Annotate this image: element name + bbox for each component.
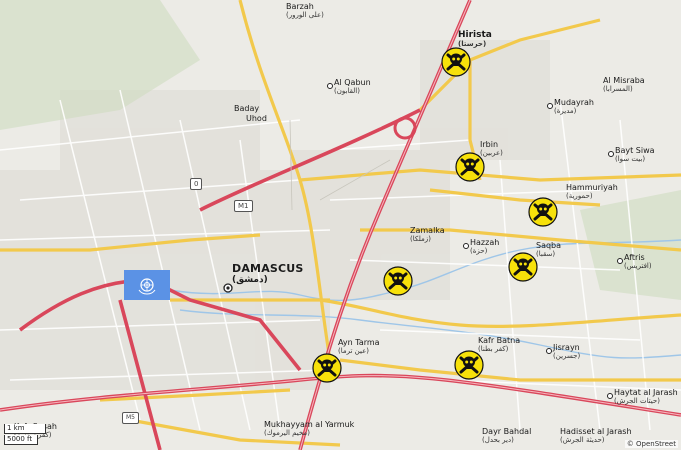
place-kafr-batna: Kafr Batna (كفر بطنا) <box>478 336 521 354</box>
map-attribution[interactable]: © OpenStreet <box>624 440 678 448</box>
place-damascus: DAMASCUS (دمشق) <box>232 262 304 285</box>
place-saqba: Saqba (سقبا) <box>536 241 562 259</box>
place-al-misraba: Al Misraba (المسرابا) <box>603 76 645 94</box>
place-hazzah: Hazzah (حزة) <box>463 238 499 255</box>
place-al-qabun: Al Qabun (القابون) <box>327 78 371 95</box>
scale-bar: 1 km 5000 ft <box>4 424 46 446</box>
place-jisrayn: Jisrayn (جسرين) <box>546 343 580 360</box>
place-uhod: Uhod <box>246 114 267 123</box>
scale-km: 1 km <box>4 424 46 434</box>
skull-crossbones-icon[interactable] <box>383 266 413 296</box>
skull-crossbones-icon[interactable] <box>508 252 538 282</box>
skull-crossbones-icon[interactable] <box>454 350 484 380</box>
skull-crossbones-icon[interactable] <box>441 47 471 77</box>
place-ayn-tarma: Ayn Tarma (عين ترما) <box>338 338 380 356</box>
place-baday: Baday <box>234 104 260 113</box>
place-mukhayyam-al-yarmuk: Mukhayyam al Yarmuk (مخيم اليرموك) <box>264 420 355 438</box>
skull-crossbones-icon[interactable] <box>528 197 558 227</box>
un-flag-icon <box>124 270 170 300</box>
place-haytat-al-jarash: Haytat al Jarash (حيتات الجرش) <box>607 388 678 405</box>
place-barzah: Barzah (على الورور) <box>286 2 324 20</box>
place-zamalka: Zamalka (زملكا) <box>410 226 445 244</box>
place-mudayrah: Mudayrah (مديرة) <box>547 98 594 115</box>
road-shield-0: 0 <box>190 178 203 190</box>
skull-crossbones-icon[interactable] <box>455 152 485 182</box>
road-shield-m1: M1 <box>234 200 253 212</box>
place-bayt-siwa: Bayt Siwa (بيت سوا) <box>608 146 655 163</box>
place-hirista: Hirista (حرستا) <box>458 30 492 49</box>
place-aftris: Aftris (افتريس) <box>617 253 652 270</box>
place-dayr-bahdal: Dayr Bahdal (دير بحدل) <box>482 427 532 445</box>
scale-ft: 5000 ft <box>4 435 38 445</box>
skull-crossbones-icon[interactable] <box>312 353 342 383</box>
place-hammuriyah: Hammuriyah (حمورية) <box>566 183 618 201</box>
road-shield-m5: M5 <box>122 412 139 424</box>
place-hadisset-al-jarash: Hadisset al Jarash (حديثة الجرش) <box>560 427 632 445</box>
